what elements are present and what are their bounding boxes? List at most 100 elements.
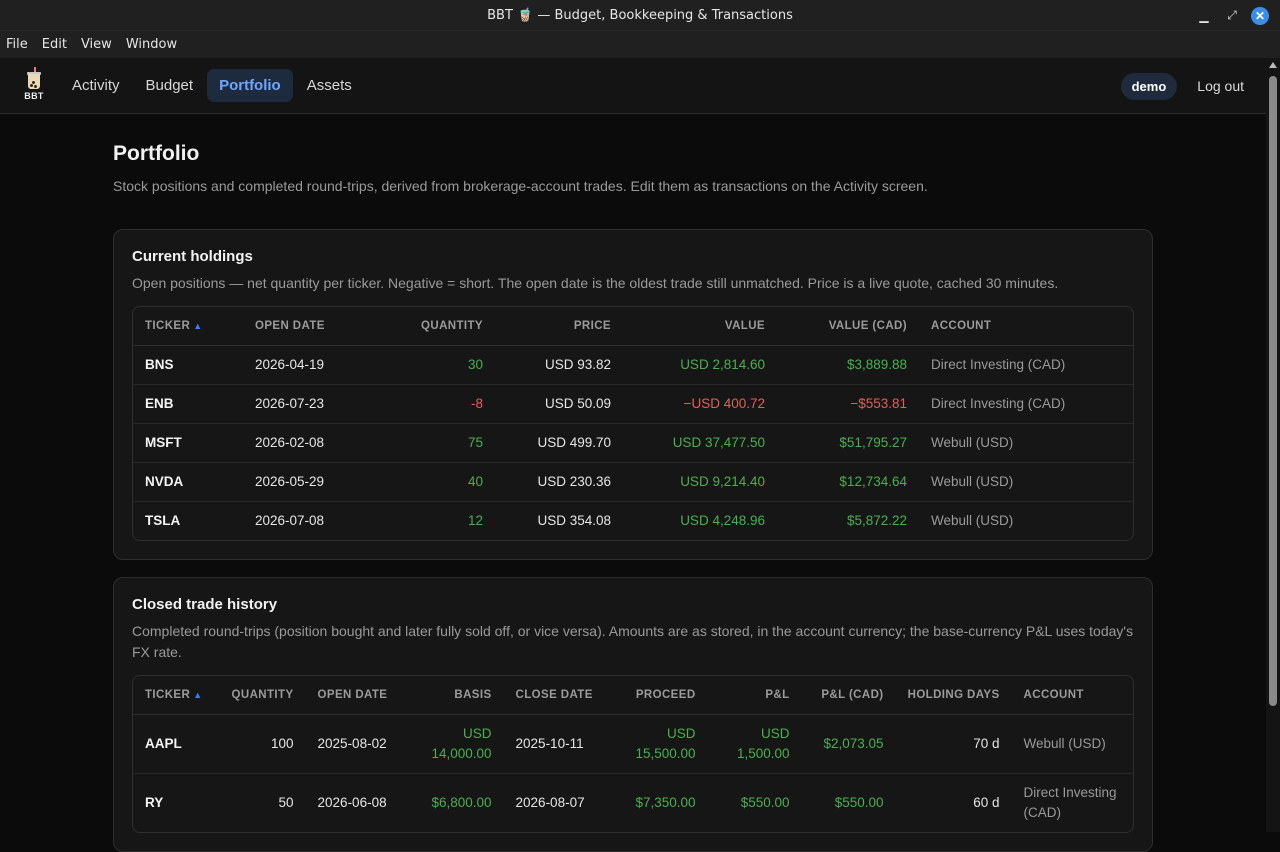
scroll-up-icon[interactable] xyxy=(1269,62,1277,68)
menu-window[interactable]: Window xyxy=(126,37,177,52)
menu-file[interactable]: File xyxy=(6,37,28,52)
logout-button[interactable]: Log out xyxy=(1191,72,1250,100)
account-cell: Webull (USD) xyxy=(1012,714,1133,773)
quantity-cell: 30 xyxy=(383,345,495,384)
holding-row[interactable]: TSLA2026-07-0812USD 354.08USD 4,248.96$5… xyxy=(133,501,1133,540)
ticker-cell: RY xyxy=(133,773,215,832)
ticker-cell: AAPL xyxy=(133,714,215,773)
basis-cell: $6,800.00 xyxy=(412,773,504,832)
col-proceed[interactable]: PROCEED xyxy=(610,676,708,714)
value-cell: −USD 400.72 xyxy=(623,384,777,423)
quantity-cell: 40 xyxy=(383,462,495,501)
open-date-cell: 2026-04-19 xyxy=(243,345,383,384)
col-quantity[interactable]: QUANTITY xyxy=(215,676,306,714)
bubble-tea-icon xyxy=(26,70,42,90)
col-close-date[interactable]: CLOSE DATE xyxy=(504,676,610,714)
col-open-date[interactable]: OPEN DATE xyxy=(306,676,412,714)
window-title: BBT 🧋 — Budget, Bookkeeping & Transactio… xyxy=(487,8,793,23)
account-cell: Webull (USD) xyxy=(919,462,1133,501)
closed-description: Completed round-trips (position bought a… xyxy=(132,621,1134,663)
holdings-table: TICKER▲ OPEN DATE QUANTITY PRICE VALUE V… xyxy=(132,306,1134,541)
account-cell: Webull (USD) xyxy=(919,501,1133,540)
basis-cell: USD 14,000.00 xyxy=(412,714,504,773)
closed-trade-row[interactable]: AAPL1002025-08-02USD 14,000.002025-10-11… xyxy=(133,714,1133,773)
account-cell: Direct Investing (CAD) xyxy=(919,384,1133,423)
app-navbar: BBT Activity Budget Portfolio Assets dem… xyxy=(0,58,1280,114)
value-cad-cell: −$553.81 xyxy=(777,384,919,423)
value-cad-cell: $5,872.22 xyxy=(777,501,919,540)
open-date-cell: 2026-02-08 xyxy=(243,423,383,462)
close-date-cell: 2026-08-07 xyxy=(504,773,610,832)
tab-budget[interactable]: Budget xyxy=(134,69,206,102)
open-date-cell: 2026-07-08 xyxy=(243,501,383,540)
scrollbar-thumb[interactable] xyxy=(1269,76,1277,706)
maximize-icon[interactable]: ⤢ xyxy=(1220,4,1244,28)
holding-row[interactable]: BNS2026-04-1930USD 93.82USD 2,814.60$3,8… xyxy=(133,345,1133,384)
holding-days-cell: 60 d xyxy=(896,773,1012,832)
price-cell: USD 50.09 xyxy=(495,384,623,423)
menu-view[interactable]: View xyxy=(81,37,112,52)
holdings-header-row: TICKER▲ OPEN DATE QUANTITY PRICE VALUE V… xyxy=(133,307,1133,345)
holding-row[interactable]: NVDA2026-05-2940USD 230.36USD 9,214.40$1… xyxy=(133,462,1133,501)
tab-activity[interactable]: Activity xyxy=(60,69,132,102)
price-cell: USD 499.70 xyxy=(495,423,623,462)
menu-edit[interactable]: Edit xyxy=(42,37,67,52)
proceed-cell: $7,350.00 xyxy=(610,773,708,832)
col-pnl[interactable]: P&L xyxy=(708,676,802,714)
minimize-icon[interactable]: ▁ xyxy=(1192,4,1216,28)
bbt-logo[interactable]: BBT xyxy=(22,68,46,104)
window-controls: ▁ ⤢ ✕ xyxy=(1192,0,1272,31)
tab-portfolio[interactable]: Portfolio xyxy=(207,69,293,102)
value-cad-cell: $51,795.27 xyxy=(777,423,919,462)
open-date-cell: 2026-07-23 xyxy=(243,384,383,423)
sort-asc-icon: ▲ xyxy=(193,690,202,700)
value-cell: USD 2,814.60 xyxy=(623,345,777,384)
window-titlebar: BBT 🧋 — Budget, Bookkeeping & Transactio… xyxy=(0,0,1280,31)
col-ticker[interactable]: TICKER▲ xyxy=(133,676,215,714)
col-ticker[interactable]: TICKER▲ xyxy=(133,307,243,345)
scrollbar[interactable] xyxy=(1266,58,1280,832)
sort-asc-icon: ▲ xyxy=(193,321,202,331)
col-price[interactable]: PRICE xyxy=(495,307,623,345)
col-account[interactable]: ACCOUNT xyxy=(1012,676,1133,714)
col-open-date[interactable]: OPEN DATE xyxy=(243,307,383,345)
value-cell: USD 4,248.96 xyxy=(623,501,777,540)
holdings-description: Open positions — net quantity per ticker… xyxy=(132,273,1134,294)
holding-row[interactable]: ENB2026-07-23-8USD 50.09−USD 400.72−$553… xyxy=(133,384,1133,423)
account-cell: Webull (USD) xyxy=(919,423,1133,462)
open-date-cell: 2026-05-29 xyxy=(243,462,383,501)
logo-text: BBT xyxy=(24,91,43,101)
account-cell: Direct Investing (CAD) xyxy=(919,345,1133,384)
holding-days-cell: 70 d xyxy=(896,714,1012,773)
pnl-cell: $550.00 xyxy=(708,773,802,832)
value-cell: USD 37,477.50 xyxy=(623,423,777,462)
pnl-cad-cell: $2,073.05 xyxy=(802,714,896,773)
col-value-cad[interactable]: VALUE (CAD) xyxy=(777,307,919,345)
col-quantity[interactable]: QUANTITY xyxy=(383,307,495,345)
col-account[interactable]: ACCOUNT xyxy=(919,307,1133,345)
ticker-cell: MSFT xyxy=(133,423,243,462)
quantity-cell: 100 xyxy=(215,714,306,773)
ticker-cell: BNS xyxy=(133,345,243,384)
proceed-cell: USD 15,500.00 xyxy=(610,714,708,773)
pnl-cad-cell: $550.00 xyxy=(802,773,896,832)
col-value[interactable]: VALUE xyxy=(623,307,777,345)
col-pnl-cad[interactable]: P&L (CAD) xyxy=(802,676,896,714)
close-icon[interactable]: ✕ xyxy=(1248,4,1272,28)
quantity-cell: 12 xyxy=(383,501,495,540)
account-cell: Direct Investing (CAD) xyxy=(1012,773,1133,832)
closed-title: Closed trade history xyxy=(132,596,1134,613)
closed-table: TICKER▲ QUANTITY OPEN DATE BASIS CLOSE D… xyxy=(132,675,1134,833)
page-title: Portfolio xyxy=(113,142,1153,166)
open-date-cell: 2025-08-02 xyxy=(306,714,412,773)
value-cell: USD 9,214.40 xyxy=(623,462,777,501)
holding-row[interactable]: MSFT2026-02-0875USD 499.70USD 37,477.50$… xyxy=(133,423,1133,462)
tab-assets[interactable]: Assets xyxy=(295,69,364,102)
quantity-cell: 75 xyxy=(383,423,495,462)
user-badge[interactable]: demo xyxy=(1121,73,1178,100)
col-basis[interactable]: BASIS xyxy=(412,676,504,714)
ticker-cell: TSLA xyxy=(133,501,243,540)
col-holding-days[interactable]: HOLDING DAYS xyxy=(896,676,1012,714)
open-date-cell: 2026-06-08 xyxy=(306,773,412,832)
closed-trade-row[interactable]: RY502026-06-08$6,800.002026-08-07$7,350.… xyxy=(133,773,1133,832)
